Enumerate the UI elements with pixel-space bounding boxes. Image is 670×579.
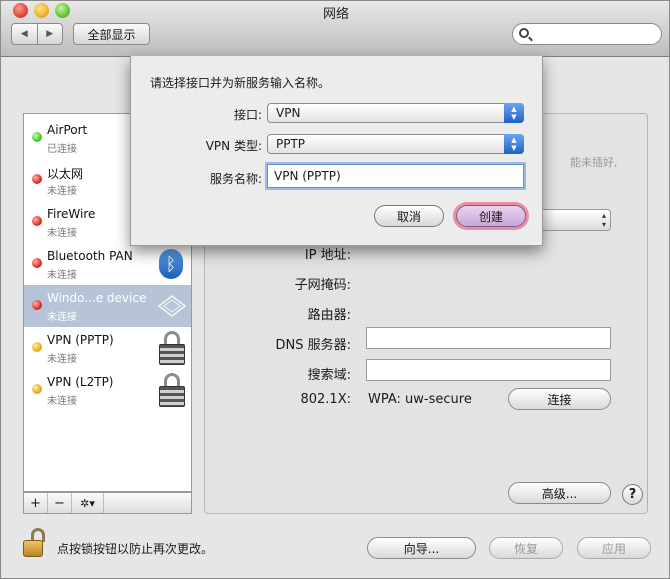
- service-name: Windo...e device: [47, 291, 147, 305]
- configure-popup[interactable]: [531, 209, 611, 231]
- window-title: 网络: [322, 7, 349, 22]
- help-button[interactable]: ?: [622, 484, 643, 505]
- service-status: 未连接: [47, 396, 77, 407]
- search-icon: [519, 28, 529, 38]
- lock-hint-text: 点按锁按钮以防止再次更改。: [57, 542, 214, 556]
- service-status: 未连接: [47, 186, 77, 197]
- status-disconnected-icon: [32, 300, 42, 310]
- service-vpn-l2tp[interactable]: VPN (L2TP) 未连接: [24, 369, 191, 411]
- partial-status-text: 能未插好,: [570, 156, 618, 169]
- popup-arrows-icon: ▲ ▼: [504, 134, 524, 154]
- add-service-button[interactable]: +: [24, 493, 48, 513]
- status-inactive-icon: [32, 384, 42, 394]
- bluetooth-icon: ᛒ: [159, 249, 183, 279]
- service-bluetooth-pan[interactable]: Bluetooth PAN 未连接 ᛒ: [24, 243, 191, 285]
- assist-me-button[interactable]: 向导...: [367, 537, 476, 559]
- dns-server-label: DNS 服务器:: [275, 338, 352, 353]
- network-preferences-window: 网络 ◀ ▶ 全部显示 AirPort 已连接 以太网 未连接 FireWire…: [0, 0, 670, 579]
- subnet-mask-label: 子网掩码:: [294, 278, 351, 293]
- search-domain-label: 搜索域:: [307, 368, 351, 383]
- back-arrow-icon[interactable]: ◀: [12, 24, 37, 44]
- status-inactive-icon: [32, 342, 42, 352]
- service-status: 未连接: [47, 270, 77, 281]
- connect-button[interactable]: 连接: [508, 388, 611, 410]
- search-domain-field[interactable]: [366, 359, 611, 381]
- service-name: Bluetooth PAN: [47, 249, 133, 263]
- lock-icon: [159, 373, 185, 407]
- network-adapter-icon: [157, 295, 187, 317]
- create-button[interactable]: 创建: [456, 205, 526, 227]
- gear-icon[interactable]: ✲▾: [72, 493, 104, 513]
- show-all-button[interactable]: 全部显示: [73, 23, 150, 45]
- service-status: 已连接: [47, 144, 77, 155]
- status-disconnected-icon: [32, 258, 42, 268]
- ip-address-label: IP 地址:: [304, 248, 351, 263]
- padlock-icon[interactable]: [23, 528, 47, 558]
- dns-server-field[interactable]: [366, 327, 611, 349]
- service-name: 以太网: [47, 167, 84, 181]
- status-disconnected-icon: [32, 174, 42, 184]
- service-name-label: 服务名称:: [209, 172, 262, 186]
- advanced-button[interactable]: 高级...: [508, 482, 611, 504]
- service-name: VPN (PPTP): [47, 333, 114, 347]
- lock-icon: [159, 331, 185, 365]
- apply-button[interactable]: 应用: [577, 537, 651, 559]
- remove-service-button[interactable]: −: [48, 493, 72, 513]
- sheet-prompt: 请选择接口并为新服务输入名称。: [150, 76, 331, 90]
- service-windows-device[interactable]: Windo...e device 未连接: [24, 285, 191, 327]
- service-status: 未连接: [47, 312, 77, 323]
- vpn-type-label: VPN 类型:: [205, 139, 262, 153]
- dot1x-label: 802.1X:: [300, 392, 351, 407]
- service-name: AirPort: [47, 123, 88, 137]
- vpn-type-popup[interactable]: PPTP ▲ ▼: [267, 134, 524, 154]
- vpn-type-value: PPTP: [276, 137, 306, 151]
- service-name-input[interactable]: VPN (PPTP): [267, 164, 524, 188]
- status-disconnected-icon: [32, 216, 42, 226]
- interface-label: 接口:: [233, 108, 262, 122]
- search-field[interactable]: [512, 23, 662, 45]
- back-forward-control: ◀ ▶: [11, 23, 63, 45]
- cancel-button[interactable]: 取消: [374, 205, 444, 227]
- interface-popup[interactable]: VPN ▲ ▼: [267, 103, 524, 123]
- revert-button[interactable]: 恢复: [489, 537, 563, 559]
- service-name: FireWire: [47, 207, 96, 221]
- router-label: 路由器:: [307, 308, 351, 323]
- forward-arrow-icon[interactable]: ▶: [36, 24, 63, 44]
- service-list-toolbar: + − ✲▾: [23, 492, 192, 514]
- dot1x-value: WPA: uw-secure: [368, 392, 472, 407]
- popup-arrows-icon: ▲ ▼: [504, 103, 524, 123]
- status-connected-icon: [32, 132, 42, 142]
- interface-value: VPN: [276, 106, 301, 120]
- service-name: VPN (L2TP): [47, 375, 114, 389]
- service-vpn-pptp[interactable]: VPN (PPTP) 未连接: [24, 327, 191, 369]
- new-service-sheet: 请选择接口并为新服务输入名称。 接口: VPN ▲ ▼ VPN 类型: PPTP…: [130, 56, 543, 246]
- title-bar: 网络 ◀ ▶ 全部显示: [1, 1, 669, 57]
- service-status: 未连接: [47, 228, 77, 239]
- service-status: 未连接: [47, 354, 77, 365]
